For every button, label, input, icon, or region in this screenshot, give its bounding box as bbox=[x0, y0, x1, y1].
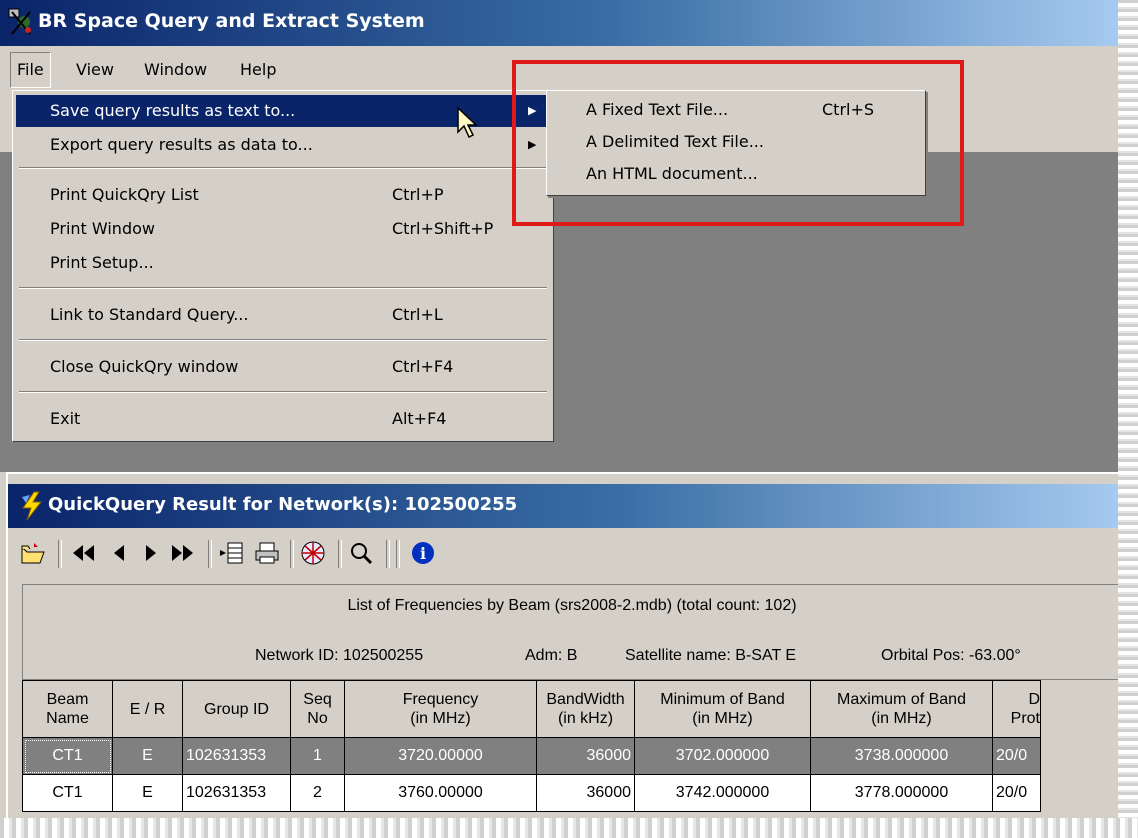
table-row[interactable]: CT1 E 102631353 1 3720.00000 36000 3702.… bbox=[22, 737, 1041, 775]
column-header[interactable]: D Prot bbox=[992, 680, 1041, 738]
mouse-cursor-icon bbox=[457, 106, 478, 139]
cell-d[interactable]: 20/0 bbox=[992, 774, 1041, 812]
menu-item-link-standard-query[interactable]: Link to Standard Query... Ctrl+L bbox=[16, 299, 550, 331]
insert-column-icon[interactable] bbox=[214, 536, 248, 570]
cell-frequency[interactable]: 3720.00000 bbox=[344, 737, 537, 775]
table-row[interactable]: CT1 E 102631353 2 3760.00000 36000 3742.… bbox=[22, 774, 1041, 812]
menu-item-label: Export query results as data to... bbox=[50, 135, 313, 154]
menu-separator bbox=[19, 167, 547, 169]
cell-beam[interactable]: CT1 bbox=[22, 774, 113, 812]
column-header[interactable]: Maximum of Band (in MHz) bbox=[810, 680, 993, 738]
column-header[interactable]: Group ID bbox=[182, 680, 291, 738]
last-record-icon[interactable] bbox=[166, 536, 200, 570]
menu-item-close-window[interactable]: Close QuickQry window Ctrl+F4 bbox=[16, 351, 550, 383]
result-summary: List of Frequencies by Beam (srs2008-2.m… bbox=[347, 597, 797, 614]
column-header[interactable]: Beam Name bbox=[22, 680, 113, 738]
cell-beam[interactable]: CT1 bbox=[22, 737, 113, 775]
menu-item-label: Print Window bbox=[50, 219, 155, 238]
print-icon[interactable] bbox=[250, 536, 284, 570]
lightning-icon bbox=[22, 491, 43, 521]
menu-item-label: Print QuickQry List bbox=[50, 185, 199, 204]
previous-record-icon[interactable] bbox=[102, 536, 136, 570]
cell-bandwidth[interactable]: 36000 bbox=[536, 737, 635, 775]
file-menu: Save query results as text to... ▶ Expor… bbox=[12, 90, 554, 442]
menu-file[interactable]: File bbox=[10, 52, 51, 88]
child-title-bar[interactable]: QuickQuery Result for Network(s): 102500… bbox=[8, 484, 1118, 528]
first-record-icon[interactable] bbox=[66, 536, 100, 570]
network-id: Network ID: 102500255 bbox=[255, 647, 424, 664]
menu-item-print-window[interactable]: Print Window Ctrl+Shift+P bbox=[16, 213, 550, 245]
toolbar-separator bbox=[396, 540, 400, 568]
menu-view[interactable]: View bbox=[70, 52, 120, 88]
menu-separator bbox=[19, 287, 547, 289]
menu-window[interactable]: Window bbox=[138, 52, 213, 88]
orbital-position: Orbital Pos: -63.00° bbox=[881, 647, 1021, 664]
menu-help[interactable]: Help bbox=[234, 52, 282, 88]
toolbar-separator bbox=[58, 540, 62, 568]
cell-d[interactable]: 20/0 bbox=[992, 737, 1041, 775]
results-table: Beam Name E / R Group ID Seq No Frequency(… bbox=[22, 680, 1041, 812]
satellite-name: Satellite name: B-SAT E bbox=[625, 647, 797, 664]
torn-edge-right bbox=[1118, 0, 1138, 838]
cell-group-id[interactable]: 102631353 bbox=[182, 774, 291, 812]
menu-item-shortcut: Alt+F4 bbox=[392, 409, 447, 428]
quickquery-window: QuickQuery Result for Network(s): 102500… bbox=[6, 472, 1118, 818]
menu-item-label: Save query results as text to... bbox=[50, 101, 296, 120]
title-bar[interactable]: BR Space Query and Extract System bbox=[0, 0, 1118, 46]
menu-item-shortcut: Ctrl+F4 bbox=[392, 357, 454, 376]
cell-group-id[interactable]: 102631353 bbox=[182, 737, 291, 775]
child-toolbar: i bbox=[8, 530, 1118, 580]
menu-separator bbox=[19, 391, 547, 393]
search-icon[interactable] bbox=[344, 536, 378, 570]
globe-icon[interactable] bbox=[296, 536, 330, 570]
menu-item-label: Exit bbox=[50, 409, 81, 428]
cell-er[interactable]: E bbox=[112, 737, 183, 775]
column-header[interactable]: BandWidth (in kHz) bbox=[536, 680, 635, 738]
menu-item-shortcut: Ctrl+L bbox=[392, 305, 443, 324]
torn-edge-bottom bbox=[0, 818, 1138, 838]
cell-max-band[interactable]: 3738.000000 bbox=[810, 737, 993, 775]
column-header[interactable]: Seq No bbox=[290, 680, 345, 738]
menu-item-shortcut: Ctrl+P bbox=[392, 185, 444, 204]
toolbar-separator bbox=[208, 540, 212, 568]
open-folder-icon[interactable] bbox=[16, 536, 50, 570]
main-window: BR Space Query and Extract System File V… bbox=[0, 0, 1118, 818]
menu-item-label: Close QuickQry window bbox=[50, 357, 239, 376]
highlight-box bbox=[512, 60, 964, 226]
window-title: BR Space Query and Extract System bbox=[38, 10, 425, 32]
menu-item-label: Link to Standard Query... bbox=[50, 305, 249, 324]
menu-item-shortcut: Ctrl+Shift+P bbox=[392, 219, 494, 238]
svg-text:i: i bbox=[420, 544, 426, 563]
menu-item-print-list[interactable]: Print QuickQry List Ctrl+P bbox=[16, 179, 550, 211]
info-icon[interactable]: i bbox=[406, 536, 440, 570]
column-header[interactable]: Minimum of Band (in MHz) bbox=[634, 680, 811, 738]
cell-frequency[interactable]: 3760.00000 bbox=[344, 774, 537, 812]
cell-min-band[interactable]: 3702.000000 bbox=[634, 737, 811, 775]
menu-item-exit[interactable]: Exit Alt+F4 bbox=[16, 403, 550, 435]
app-icon bbox=[8, 8, 31, 35]
cell-seq[interactable]: 1 bbox=[290, 737, 345, 775]
cell-min-band[interactable]: 3742.000000 bbox=[634, 774, 811, 812]
cell-seq[interactable]: 2 bbox=[290, 774, 345, 812]
table-header-row: Beam Name E / R Group ID Seq No Frequency(… bbox=[22, 680, 1041, 738]
toolbar-separator bbox=[386, 540, 390, 568]
toolbar-separator bbox=[338, 540, 342, 568]
menu-item-label: Print Setup... bbox=[50, 253, 154, 272]
administration: Adm: B bbox=[525, 647, 578, 664]
toolbar-separator bbox=[290, 540, 294, 568]
column-header[interactable]: Frequency (in MHz) bbox=[344, 680, 537, 738]
next-record-icon[interactable] bbox=[134, 536, 168, 570]
result-info-panel: List of Frequencies by Beam (srs2008-2.m… bbox=[22, 584, 1118, 680]
child-window-title: QuickQuery Result for Network(s): 102500… bbox=[48, 494, 518, 515]
cell-bandwidth[interactable]: 36000 bbox=[536, 774, 635, 812]
column-header[interactable]: E / R bbox=[112, 680, 183, 738]
menu-item-print-setup[interactable]: Print Setup... bbox=[16, 247, 550, 279]
cell-er[interactable]: E bbox=[112, 774, 183, 812]
menu-separator bbox=[19, 339, 547, 341]
cell-max-band[interactable]: 3778.000000 bbox=[810, 774, 993, 812]
